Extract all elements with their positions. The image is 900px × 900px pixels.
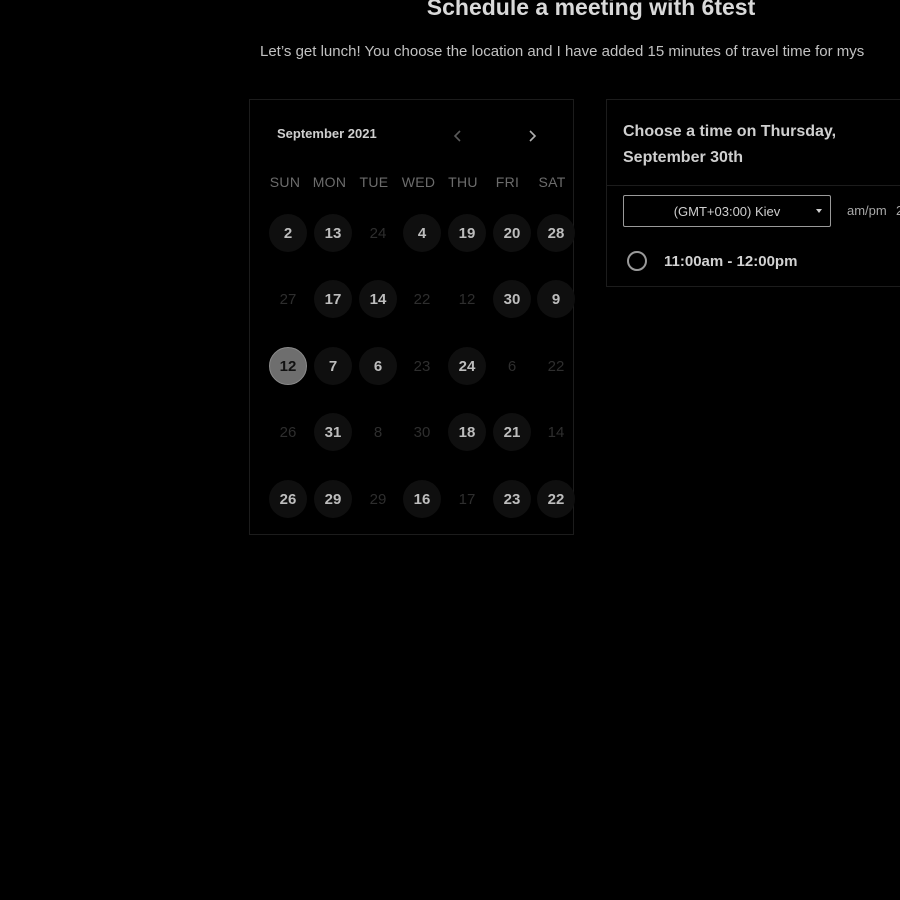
radio-button[interactable]: [627, 251, 647, 271]
day-cell[interactable]: 9: [537, 280, 575, 318]
day-cell[interactable]: 13: [314, 214, 352, 252]
time-format-toggle[interactable]: 2: [896, 203, 900, 218]
day-cell[interactable]: 28: [537, 214, 575, 252]
day-cell[interactable]: 26: [269, 480, 307, 518]
day-cell: 26: [279, 423, 297, 441]
scheduling-page: Schedule a meeting with 6test Let’s get …: [0, 0, 900, 900]
timezone-select[interactable]: (GMT+03:00) Kiev: [623, 195, 831, 227]
calendar-grid: 2 13 24 4 19 20 28 27 17 14 22 12 30 9 12 7 6 23 24 6 22 26 31…: [250, 100, 575, 536]
page-subtitle: Let’s get lunch! You choose the location…: [260, 43, 865, 60]
time-heading: Choose a time on Thursday, September 30t…: [623, 123, 837, 166]
day-cell: 8: [373, 423, 383, 441]
day-cell[interactable]: 24: [448, 347, 486, 385]
page-title: Schedule a meeting with 6test: [426, 0, 756, 20]
day-cell[interactable]: 18: [448, 413, 486, 451]
day-cell[interactable]: 22: [537, 480, 575, 518]
timezone-value: (GMT+03:00) Kiev: [673, 203, 781, 219]
day-cell[interactable]: 6: [359, 347, 397, 385]
day-cell: 14: [547, 423, 565, 441]
day-cell[interactable]: 2: [269, 214, 307, 252]
day-cell[interactable]: 30: [493, 280, 531, 318]
day-cell[interactable]: 23: [493, 480, 531, 518]
day-cell: 23: [413, 357, 431, 375]
day-cell: 22: [547, 357, 565, 375]
caret-down-icon: [816, 209, 822, 213]
time-slot-label: 11:00am - 12:00pm: [664, 252, 798, 270]
day-cell[interactable]: 4: [403, 214, 441, 252]
day-cell[interactable]: 7: [314, 347, 352, 385]
day-cell[interactable]: 31: [314, 413, 352, 451]
time-slot[interactable]: 11:00am - 12:00pm: [627, 248, 797, 274]
day-cell: 24: [369, 224, 387, 242]
day-cell[interactable]: 21: [493, 413, 531, 451]
day-cell[interactable]: 19: [448, 214, 486, 252]
time-selection-panel: Choose a time on Thursday, September 30t…: [606, 99, 900, 287]
day-cell: 22: [413, 290, 431, 308]
calendar-panel: September 2021 SUN MON TUE WED THU FRI SAT 2 13…: [249, 99, 575, 536]
day-cell[interactable]: 16: [403, 480, 441, 518]
day-cell: 30: [413, 423, 431, 441]
day-selected[interactable]: 12: [269, 347, 307, 385]
day-cell[interactable]: 14: [359, 280, 397, 318]
day-cell: 12: [458, 290, 476, 308]
day-cell[interactable]: 29: [314, 480, 352, 518]
day-cell: 6: [507, 357, 517, 375]
time-format-label: am/pm: [847, 203, 887, 218]
day-cell: 27: [279, 290, 297, 308]
day-cell[interactable]: 20: [493, 214, 531, 252]
day-cell: 29: [369, 490, 387, 508]
day-cell: 17: [458, 490, 476, 508]
divider: [607, 185, 900, 186]
day-cell[interactable]: 17: [314, 280, 352, 318]
